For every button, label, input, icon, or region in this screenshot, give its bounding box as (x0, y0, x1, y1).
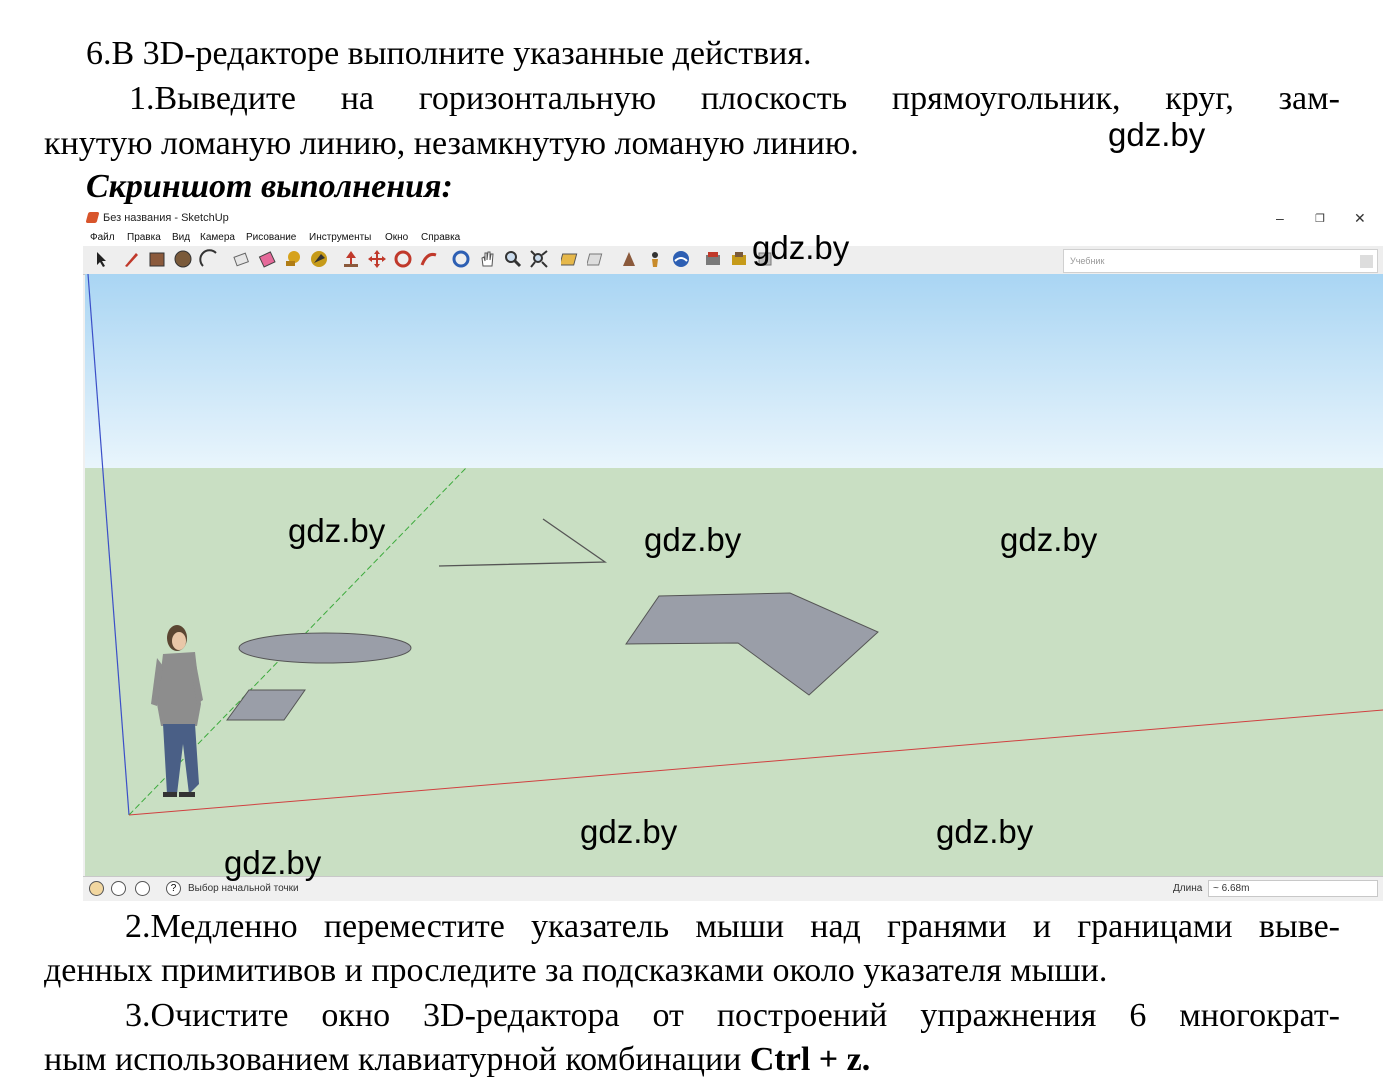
menu-draw[interactable]: Рисование (246, 232, 296, 243)
watermark: gdz.by (1000, 521, 1098, 558)
title-bar: Без названия - SketchUp – ❐ ✕ (83, 208, 1383, 230)
watermark: gdz.by (224, 844, 322, 881)
search-input[interactable]: Учебник (1063, 249, 1378, 273)
orbit-icon[interactable] (451, 249, 471, 269)
menu-camera[interactable]: Камера (200, 232, 235, 243)
window-title: Без названия - SketchUp (103, 212, 229, 224)
shortcut-ctrl-z: Ctrl + z. (749, 1041, 871, 1078)
search-icon[interactable] (1360, 255, 1373, 268)
watermark: gdz.by (580, 813, 678, 850)
watermark: gdz.by (644, 521, 742, 558)
menu-window[interactable]: Окно (385, 232, 408, 243)
step3-line1: 3.Очистите окно 3D-редактора от построен… (125, 997, 1340, 1034)
step3-line2: ным использованием клавиатурной комбинац… (44, 1037, 870, 1082)
watermark: gdz.by (288, 512, 386, 549)
step2-line1: 2.Медленно переместите указатель мыши на… (125, 908, 1340, 945)
arc-icon[interactable] (199, 249, 219, 269)
open-polyline (438, 518, 608, 567)
push-pull-icon[interactable] (341, 249, 361, 269)
watermark: gdz.by (752, 229, 850, 266)
menu-file[interactable]: Файл (90, 232, 115, 243)
minimize-icon[interactable]: – (1276, 210, 1284, 226)
select-icon[interactable] (91, 249, 111, 269)
screenshot-heading: Скриншот выполнения: (86, 168, 453, 205)
pan-icon[interactable] (477, 249, 497, 269)
menu-bar: Файл Правка Вид Камера Рисование Инструм… (83, 230, 1383, 246)
red-axis (128, 709, 1383, 816)
section-icon[interactable] (559, 249, 581, 269)
step3-line2-text: ным использованием клавиатурной комбинац… (44, 1041, 750, 1078)
menu-edit[interactable]: Правка (127, 232, 161, 243)
3d-warehouse-icon[interactable] (671, 249, 691, 269)
closed-polyline-face (625, 592, 879, 696)
scene-drawing (87, 274, 1383, 816)
move-icon[interactable] (367, 249, 387, 269)
rotate-icon[interactable] (393, 249, 413, 269)
person-model (151, 625, 203, 797)
status-hint: Выбор начальной точки (188, 883, 299, 894)
text-icon[interactable] (309, 249, 329, 269)
watermark: gdz.by (1108, 116, 1206, 153)
help-icon[interactable]: ? (166, 881, 181, 896)
tape-icon[interactable] (283, 249, 303, 269)
pencil-icon[interactable] (121, 249, 141, 269)
search-placeholder: Учебник (1070, 256, 1105, 266)
circle-icon[interactable] (173, 249, 193, 269)
extension-icon[interactable] (703, 249, 723, 269)
zoom-icon[interactable] (503, 249, 523, 269)
close-icon[interactable]: ✕ (1354, 210, 1366, 227)
rectangle-icon[interactable] (147, 249, 167, 269)
geo-location-icon[interactable] (89, 881, 104, 896)
zoom-extents-icon[interactable] (529, 249, 549, 269)
menu-view[interactable]: Вид (172, 232, 190, 243)
credits-icon[interactable] (111, 881, 126, 896)
step1-line2: кнутую ломаную линию, незамкнутую ломану… (44, 125, 859, 162)
layout-icon[interactable] (729, 249, 749, 269)
circle-face (238, 632, 412, 664)
measurement-label: Длина (1173, 883, 1203, 894)
maximize-icon[interactable]: ❐ (1315, 212, 1325, 225)
menu-tools[interactable]: Инструменты (309, 232, 371, 243)
rectangle-face (226, 689, 306, 721)
walk-icon[interactable] (586, 249, 607, 269)
3d-viewport[interactable] (85, 274, 1383, 876)
position-camera-icon[interactable] (645, 249, 665, 269)
blue-axis (87, 274, 130, 816)
task-title: 6.В 3D-редакторе выполните указанные дей… (86, 35, 812, 72)
follow-me-icon[interactable] (419, 249, 439, 269)
sketchup-app-icon (85, 212, 100, 223)
account-icon[interactable] (135, 881, 150, 896)
measurement-box[interactable]: ~ 6.68m (1208, 880, 1378, 897)
eraser-icon[interactable] (231, 249, 251, 269)
step1-line1: 1.Выведите на горизонтальную плоскость п… (129, 80, 1340, 117)
look-icon[interactable] (619, 249, 639, 269)
watermark: gdz.by (936, 813, 1034, 850)
menu-help[interactable]: Справка (421, 232, 460, 243)
measurement-value: ~ 6.68m (1213, 883, 1250, 894)
step2-line2: денных примитивов и проследите за подска… (44, 952, 1108, 989)
paint-bucket-icon[interactable] (257, 249, 277, 269)
